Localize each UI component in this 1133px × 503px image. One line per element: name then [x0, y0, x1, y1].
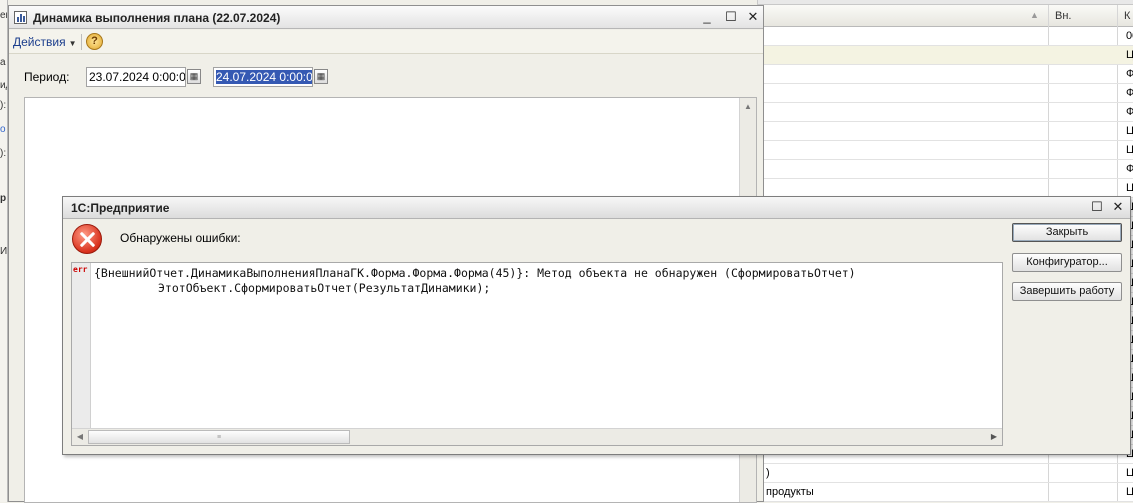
table-cell-k: Ф: [1126, 68, 1133, 80]
strip-fragment: ):: [0, 148, 7, 159]
table-cell-k: Ф: [1126, 106, 1133, 118]
dropdown-arrow-icon: ▼: [68, 39, 77, 48]
maximize-button[interactable]: ☐: [1089, 199, 1105, 215]
table-row[interactable]: Ф: [758, 103, 1133, 122]
error-text: {ВнешнийОтчет.ДинамикаВыполненияПланаГК.…: [94, 266, 856, 296]
table-row[interactable]: Ц: [758, 141, 1133, 160]
maximize-button[interactable]: ☐: [723, 9, 739, 25]
scroll-thumb[interactable]: ≡: [88, 430, 350, 444]
table-cell-name: продукты: [766, 486, 814, 498]
errors-found-label: Обнаружены ошибки:: [120, 231, 241, 245]
table-cell-k: Ф: [1126, 87, 1133, 99]
table-row[interactable]: ) Ц: [758, 464, 1133, 483]
table-row[interactable]: Ф: [758, 84, 1133, 103]
report-window-titlebar: Динамика выполнения плана (22.07.2024) _…: [9, 6, 763, 29]
strip-fragment: ид: [0, 80, 7, 91]
err-marker: err: [73, 265, 88, 274]
scroll-right-arrow-icon[interactable]: ▶: [986, 429, 1002, 445]
table-row[interactable]: Ф: [758, 160, 1133, 179]
date-from-field[interactable]: 23.07.2024 0:00:00: [86, 67, 186, 87]
strip-fragment: ев: [0, 10, 7, 21]
actions-label: Действия: [13, 35, 66, 49]
close-dialog-button[interactable]: Закрыть: [1012, 223, 1122, 242]
table-row[interactable]: 00: [758, 27, 1133, 46]
error-line: {ВнешнийОтчет.ДинамикаВыполненияПланаГК.…: [94, 266, 856, 280]
configurator-button[interactable]: Конфигуратор...: [1012, 253, 1122, 272]
table-cell-k: Ф: [1126, 163, 1133, 175]
horizontal-scrollbar[interactable]: ◀ ≡ ▶: [72, 428, 1002, 445]
calendar-icon[interactable]: ▦: [187, 69, 201, 84]
error-gutter: err: [72, 263, 91, 429]
minimize-button[interactable]: _: [699, 9, 715, 25]
error-line: ЭтотОбъект.СформироватьОтчет(РезультатДи…: [158, 281, 491, 295]
table-cell-k: Ц: [1126, 144, 1133, 156]
strip-fragment: о: [0, 124, 6, 135]
error-message-box[interactable]: err {ВнешнийОтчет.ДинамикаВыполненияПлан…: [71, 262, 1003, 446]
table-cell-k: Ц: [1126, 49, 1133, 61]
error-icon: [72, 224, 102, 254]
strip-fragment: ):: [0, 100, 7, 111]
table-cell-k: Ц: [1126, 467, 1133, 479]
table-header: [758, 5, 1133, 27]
table-row[interactable]: Ц: [758, 46, 1133, 65]
table-cell-k: Ц: [1126, 486, 1133, 498]
close-button[interactable]: ✕: [745, 9, 761, 25]
report-window-title: Динамика выполнения плана (22.07.2024): [33, 11, 281, 25]
strip-fragment: Ин: [0, 246, 8, 257]
grip-icon: ≡: [217, 434, 222, 441]
report-toolbar: Действия ▼ ?: [9, 30, 763, 54]
help-icon[interactable]: ?: [86, 33, 103, 50]
date-to-field[interactable]: 24.07.2024 0:00:00: [213, 67, 313, 87]
error-dialog: 1С:Предприятие ☐ ✕ Обнаружены ошибки: За…: [62, 196, 1131, 455]
period-label: Период:: [24, 70, 70, 84]
error-dialog-titlebar: 1С:Предприятие ☐ ✕: [63, 197, 1130, 219]
table-cell-k: Ц: [1126, 182, 1133, 194]
table-row[interactable]: Ц: [758, 122, 1133, 141]
scroll-left-arrow-icon[interactable]: ◀: [72, 429, 88, 445]
error-dialog-title: 1С:Предприятие: [71, 201, 170, 215]
scroll-up-arrow-icon[interactable]: ▲: [740, 98, 756, 115]
report-icon: [14, 11, 27, 24]
strip-fragment: а: [0, 57, 6, 68]
table-row[interactable]: Ф: [758, 65, 1133, 84]
actions-menu[interactable]: Действия ▼: [13, 35, 77, 49]
table-cell-k: Ц: [1126, 125, 1133, 137]
table-cell-k: 00: [1126, 30, 1133, 42]
exit-button[interactable]: Завершить работу: [1012, 282, 1122, 301]
table-cell-name: ): [766, 467, 770, 479]
sort-arrow-icon[interactable]: ▲: [1030, 10, 1039, 20]
date-to-selected-text: 24.07.2024 0:00:00: [216, 70, 312, 84]
column-header-k[interactable]: К: [1118, 5, 1130, 27]
toolbar-separator: [81, 34, 82, 50]
calendar-icon[interactable]: ▦: [314, 69, 328, 84]
close-button[interactable]: ✕: [1110, 199, 1126, 215]
column-header-vn[interactable]: Вн.: [1049, 5, 1071, 27]
underlying-window-strip: ев ид а ): о ): р Ин: [0, 0, 8, 502]
table-row[interactable]: продукты Ц: [758, 483, 1133, 502]
strip-fragment: р: [0, 193, 7, 204]
